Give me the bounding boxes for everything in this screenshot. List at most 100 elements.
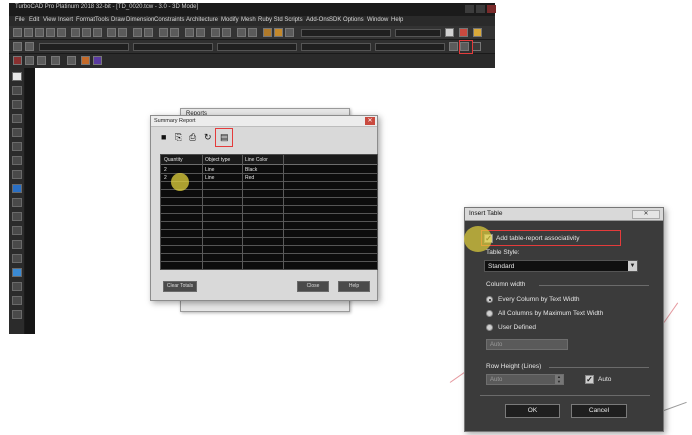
yellow-tool-icon[interactable] bbox=[473, 28, 482, 37]
camera-icon[interactable] bbox=[211, 28, 220, 37]
menu-window[interactable]: Window bbox=[367, 17, 388, 23]
point-tool-icon[interactable] bbox=[12, 86, 22, 95]
triangle-tool-icon[interactable] bbox=[12, 156, 22, 165]
radio-user-defined[interactable] bbox=[486, 324, 493, 331]
view-tool-icon[interactable] bbox=[12, 296, 22, 305]
measure-tool-icon[interactable] bbox=[12, 240, 22, 249]
menu-modify[interactable]: Modify bbox=[221, 17, 239, 23]
blocks-icon[interactable] bbox=[93, 56, 102, 65]
select-mode-icon[interactable] bbox=[25, 42, 34, 51]
ortho-icon[interactable] bbox=[25, 56, 34, 65]
save-icon[interactable]: ■ bbox=[161, 133, 166, 142]
text-tool-icon[interactable] bbox=[12, 198, 22, 207]
row-height-input[interactable]: Auto ▲ ▼ bbox=[486, 374, 564, 385]
circle-tool-icon[interactable] bbox=[12, 170, 22, 179]
menu-architecture[interactable]: Architecture bbox=[186, 17, 218, 23]
pan-icon[interactable] bbox=[144, 28, 153, 37]
modify-tool-icon[interactable] bbox=[12, 226, 22, 235]
radio-every-column[interactable] bbox=[486, 296, 493, 303]
print-icon[interactable]: ⎙ bbox=[189, 133, 196, 142]
snap-toggle-icon[interactable] bbox=[13, 56, 22, 65]
property-selector[interactable] bbox=[395, 29, 441, 37]
hatch-icon[interactable] bbox=[67, 56, 76, 65]
line-style-field[interactable] bbox=[133, 43, 213, 51]
radio-all-columns[interactable] bbox=[486, 310, 493, 317]
copy-icon[interactable]: ⎘ bbox=[175, 133, 182, 142]
table-style-select[interactable]: Standard ▼ bbox=[484, 260, 638, 272]
insert-report-table-icon[interactable] bbox=[472, 42, 481, 51]
close-button[interactable]: Close bbox=[297, 281, 329, 292]
menu-draw[interactable]: Draw bbox=[111, 17, 125, 23]
report-table[interactable]: Quantity Object type Line Color 2 Line B… bbox=[160, 154, 378, 270]
drawing-canvas-edge[interactable] bbox=[25, 68, 35, 334]
refresh-icon[interactable]: ↻ bbox=[204, 133, 212, 142]
cursor-tool-icon[interactable] bbox=[81, 56, 90, 65]
undo-icon[interactable] bbox=[107, 28, 116, 37]
select-tool-icon[interactable] bbox=[12, 72, 22, 81]
cut-icon[interactable] bbox=[71, 28, 80, 37]
column-object-type[interactable]: Object type bbox=[205, 157, 230, 163]
arc-tool-icon[interactable] bbox=[12, 142, 22, 151]
line-width-field[interactable] bbox=[217, 43, 297, 51]
polar-icon[interactable] bbox=[37, 56, 46, 65]
stepper-arrows-icon[interactable]: ▲ ▼ bbox=[555, 374, 563, 384]
menu-file[interactable]: File bbox=[15, 17, 25, 23]
fill-tool-icon[interactable] bbox=[12, 184, 22, 193]
scale-field[interactable] bbox=[375, 43, 445, 51]
help-button[interactable]: Help bbox=[338, 281, 370, 292]
copy-icon[interactable] bbox=[82, 28, 91, 37]
menu-dimension[interactable]: Dimension bbox=[126, 17, 154, 23]
check-icon[interactable] bbox=[449, 42, 458, 51]
pen-field[interactable] bbox=[301, 43, 371, 51]
table-icon[interactable] bbox=[51, 56, 60, 65]
zoom-icon[interactable] bbox=[133, 28, 142, 37]
menu-tools[interactable]: Tools bbox=[95, 17, 109, 23]
menu-edit[interactable]: Edit bbox=[29, 17, 39, 23]
red-tool-icon[interactable] bbox=[459, 28, 468, 37]
dimension-tool-icon[interactable] bbox=[12, 212, 22, 221]
chevron-down-icon[interactable]: ▼ bbox=[628, 261, 637, 271]
box-tool-icon[interactable] bbox=[12, 282, 22, 291]
column-line-color[interactable]: Line Color bbox=[245, 157, 268, 163]
new-file-icon[interactable] bbox=[13, 28, 22, 37]
layers-icon[interactable] bbox=[170, 28, 179, 37]
redo-icon[interactable] bbox=[118, 28, 127, 37]
polyline-tool-icon[interactable] bbox=[12, 114, 22, 123]
menu-options[interactable]: Options bbox=[343, 17, 364, 23]
table-row[interactable]: 2 Line Black bbox=[161, 166, 377, 174]
print-icon[interactable] bbox=[46, 28, 55, 37]
print-preview-icon[interactable] bbox=[57, 28, 66, 37]
menu-sdk[interactable]: SDK bbox=[329, 17, 341, 23]
close-icon[interactable]: ✕ bbox=[632, 210, 660, 219]
paste-icon[interactable] bbox=[93, 28, 102, 37]
line-color-field[interactable] bbox=[39, 43, 129, 51]
library-icon[interactable] bbox=[285, 28, 294, 37]
row-auto-checkbox[interactable]: ✓ bbox=[585, 375, 594, 384]
grid-icon[interactable] bbox=[185, 28, 194, 37]
maximize-icon[interactable] bbox=[476, 5, 485, 13]
eye-icon[interactable] bbox=[13, 42, 22, 51]
ok-button[interactable]: OK bbox=[505, 404, 560, 418]
palette-icon[interactable] bbox=[237, 28, 246, 37]
column-quantity[interactable]: Quantity bbox=[164, 157, 183, 163]
table-row[interactable]: 2 Line Red bbox=[161, 174, 377, 182]
render-icon[interactable] bbox=[159, 28, 168, 37]
menu-help[interactable]: Help bbox=[391, 17, 403, 23]
pointer-icon[interactable] bbox=[445, 28, 454, 37]
menu-insert[interactable]: Insert bbox=[58, 17, 73, 23]
close-icon[interactable]: ✕ bbox=[365, 117, 375, 125]
column-width-input[interactable]: Auto bbox=[486, 339, 568, 350]
line-tool-icon[interactable] bbox=[12, 100, 22, 109]
save-file-icon[interactable] bbox=[35, 28, 44, 37]
curve-tool-icon[interactable] bbox=[12, 128, 22, 137]
menu-add-ons[interactable]: Add-Ons bbox=[306, 17, 330, 23]
menu-format[interactable]: Format bbox=[76, 17, 95, 23]
close-app-icon[interactable] bbox=[487, 5, 496, 13]
pen-tool-icon[interactable] bbox=[12, 254, 22, 263]
menu-mesh[interactable]: Mesh bbox=[241, 17, 256, 23]
material-icon[interactable] bbox=[248, 28, 257, 37]
layer-selector[interactable] bbox=[301, 29, 391, 37]
open-file-icon[interactable] bbox=[24, 28, 33, 37]
clear-totals-button[interactable]: Clear Totals bbox=[163, 281, 197, 292]
globe-tool-icon[interactable] bbox=[12, 268, 22, 277]
